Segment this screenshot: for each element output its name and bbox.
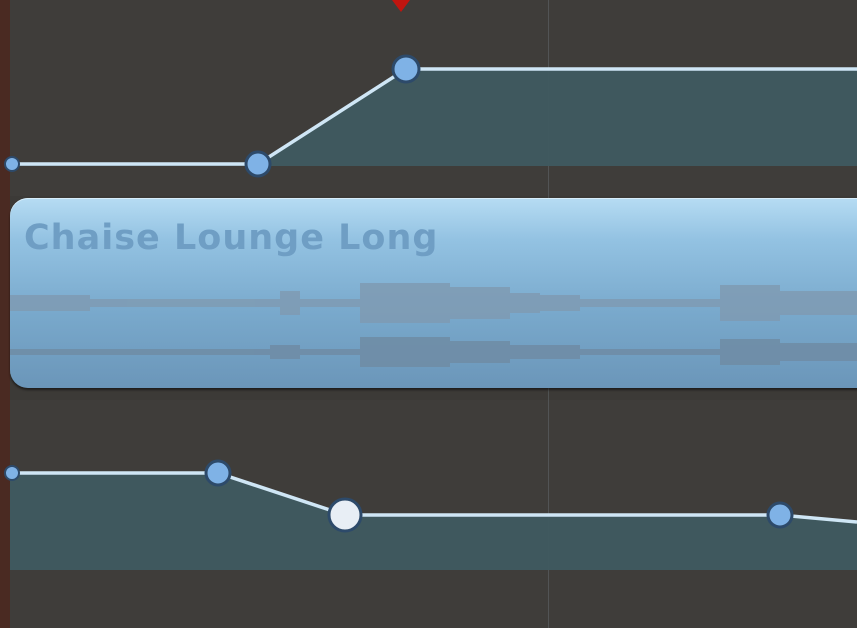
automation-node-icon[interactable]	[4, 465, 20, 481]
automation-fill-top	[10, 69, 857, 166]
automation-node-icon[interactable]	[204, 459, 232, 487]
waveform-right	[10, 337, 857, 367]
automation-fill-bottom	[10, 473, 857, 570]
automation-curve-bottom	[4, 459, 857, 570]
region-title: Chaise Lounge Long	[24, 218, 439, 258]
automation-node-icon[interactable]	[244, 150, 272, 178]
automation-node-icon[interactable]	[391, 54, 421, 84]
automation-curve-top	[4, 54, 857, 178]
automation-node-icon[interactable]	[4, 156, 20, 172]
arrange-area: Chaise Lounge Long	[0, 0, 857, 628]
automation-node-icon[interactable]	[766, 501, 794, 529]
playhead-triangle-icon[interactable]	[392, 0, 410, 12]
audio-region[interactable]: Chaise Lounge Long	[10, 198, 857, 388]
automation-node-active-icon[interactable]	[327, 497, 363, 533]
